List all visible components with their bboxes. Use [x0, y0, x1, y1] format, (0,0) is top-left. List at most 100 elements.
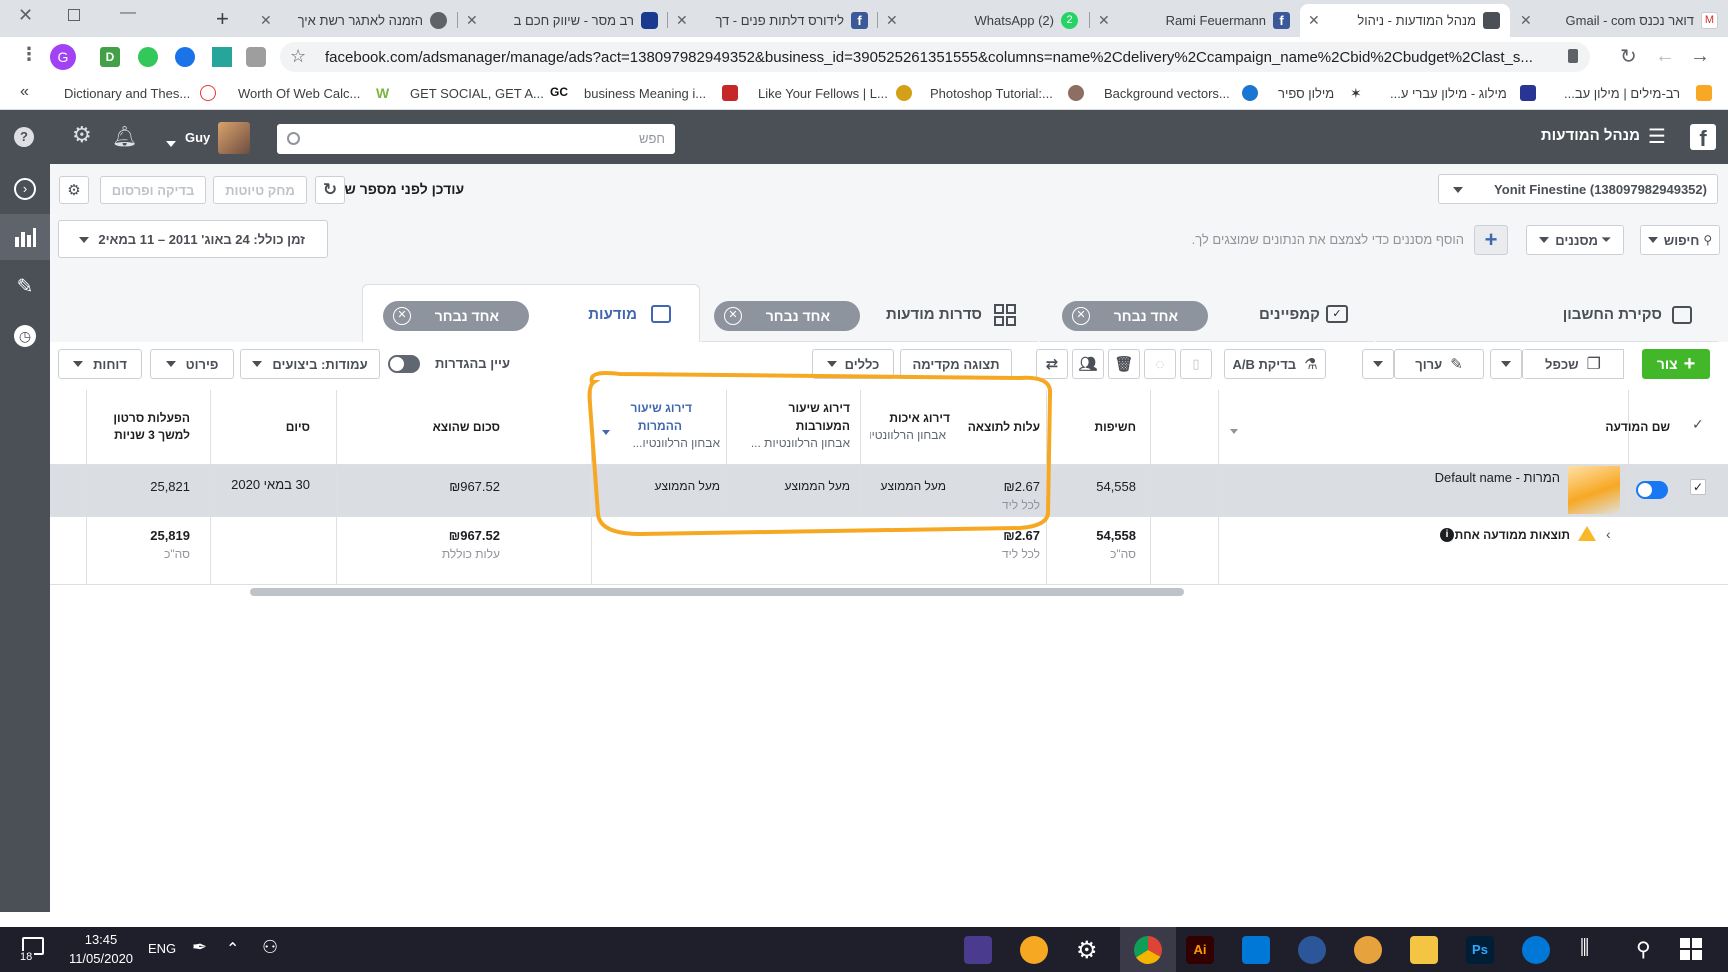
col-header-amount-spent[interactable]: סכום שהוצא [340, 419, 500, 436]
help-icon[interactable]: ? [14, 127, 34, 147]
tab-campaigns[interactable]: קמפיינים ✓ אחד נבחר ✕ [1040, 290, 1374, 342]
bookmarks-more-icon[interactable]: « [20, 83, 29, 101]
col-header-video-2[interactable]: למשך 3 שניות [90, 427, 190, 444]
minimize-icon[interactable]: — [120, 4, 136, 22]
bookmark-item[interactable]: Like Your Fellows | L... [758, 86, 888, 101]
ad-sets-selected-pill[interactable]: אחד נבחר ✕ [714, 301, 860, 331]
file-explorer-icon[interactable] [1410, 936, 1438, 964]
close-icon[interactable]: ✕ [886, 12, 898, 29]
ab-test-button[interactable]: ⚗ בדיקת A/B [1224, 349, 1326, 379]
settings-gear-icon[interactable]: ⚙ [1076, 936, 1098, 965]
close-icon[interactable]: ✕ [676, 12, 688, 29]
maximize-icon[interactable] [68, 9, 80, 21]
hamburger-menu-icon[interactable]: ☰ [1648, 124, 1666, 149]
pen-icon[interactable]: ✒ [192, 937, 207, 958]
info-icon[interactable]: i [1440, 528, 1454, 542]
discard-drafts-button[interactable]: מחק טיוטות [213, 176, 307, 204]
bookmark-item[interactable]: GET SOCIAL, GET A... [410, 86, 544, 101]
user-avatar[interactable] [218, 122, 250, 154]
close-icon[interactable]: ✕ [260, 12, 272, 29]
account-selector[interactable]: (Yonit Finestine (138097982949352 [1438, 174, 1718, 204]
edit-button[interactable]: ✎ ערוך [1394, 349, 1484, 379]
bookmark-item[interactable]: מילון ספיר [1278, 86, 1334, 101]
ads-selected-pill[interactable]: אחד נבחר ✕ [383, 301, 529, 331]
tab-ads[interactable]: מודעות אחד נבחר ✕ [362, 284, 700, 342]
browser-tab-ravmaser[interactable]: רב מסר - שיווק חכם ב ✕ [458, 4, 668, 37]
browser-tab-challenge[interactable]: הזמנה לאתגר רשת איך ✕ [252, 4, 457, 37]
browser-tab-gmail[interactable]: M דואר נכנס Gmail - com ✕ [1512, 4, 1728, 37]
browser-tab-rami[interactable]: f Rami Feuermann ✕ [1090, 4, 1300, 37]
extension-power-icon[interactable] [138, 47, 158, 67]
summary-expand-chevron-icon[interactable]: ‹ [1606, 526, 1611, 542]
tab-account-overview[interactable]: סקירת החשבון [1376, 290, 1718, 342]
bookmark-item[interactable]: Dictionary and Thes... [64, 86, 190, 101]
close-icon[interactable]: ✕ [1308, 12, 1320, 29]
bookmark-item[interactable]: Worth Of Web Calc... [238, 86, 360, 101]
col-header-video-1[interactable]: הפעלות סרטון [90, 410, 190, 427]
window-close-icon[interactable]: ✕ [18, 5, 33, 26]
extension-d-icon[interactable]: D [100, 47, 120, 67]
review-publish-button[interactable]: בדיקה ופרסום [100, 176, 206, 204]
app-title[interactable]: מנהל המודעות [1480, 127, 1640, 144]
row-checkbox[interactable]: ✓ [1690, 479, 1706, 495]
create-button[interactable]: + צור [1642, 349, 1710, 379]
revert-icon[interactable]: ◌ [1144, 349, 1176, 379]
close-icon[interactable]: ✕ [1098, 12, 1110, 29]
media-player-icon[interactable] [1020, 936, 1048, 964]
clock-time[interactable]: 13:45 [70, 932, 132, 947]
date-range-picker[interactable]: זמן כולל: 24 באוג' 2011 – 11 במאי 2 [58, 220, 328, 258]
settings-gear-icon[interactable]: ⚙ [72, 122, 92, 148]
task-view-icon[interactable]: ⫼ [1580, 937, 1589, 960]
history-clock-icon[interactable]: ◷ [0, 312, 50, 358]
paste-icon[interactable]: ▯ [1180, 349, 1212, 379]
col-header-impressions[interactable]: חשיפות [1050, 419, 1136, 436]
reload-icon[interactable]: ↻ [1620, 44, 1637, 69]
clear-selection-icon[interactable]: ✕ [724, 307, 742, 325]
edit-pencil-icon[interactable]: ✎ [0, 264, 50, 310]
view-settings-toggle[interactable] [388, 355, 420, 373]
close-icon[interactable]: ✕ [1520, 12, 1532, 29]
browser-tab-whatsapp[interactable]: 2 (2) WhatsApp ✕ [878, 4, 1088, 37]
breakdown-button[interactable]: פירוט [150, 349, 234, 379]
trash-icon[interactable]: 🗑︎ [1108, 349, 1140, 379]
app-blue-icon[interactable] [1298, 936, 1326, 964]
edit-dropdown[interactable] [1362, 349, 1394, 379]
user-name[interactable]: Guy [185, 130, 210, 145]
tab-ad-sets[interactable]: סדרות מודעות אחד נבחר ✕ [702, 290, 1038, 342]
facebook-logo-icon[interactable]: f [1690, 124, 1716, 151]
bookmark-item[interactable]: רב-מילים | מילון עב... [1564, 86, 1680, 101]
tray-expand-icon[interactable]: ⌃ [226, 939, 239, 959]
mail-icon[interactable] [1242, 936, 1270, 964]
refresh-icon[interactable]: ↻ [315, 176, 345, 204]
visual-studio-icon[interactable] [964, 936, 992, 964]
bookmark-star-icon[interactable]: ☆ [290, 46, 306, 67]
ad-thumbnail[interactable] [1568, 466, 1620, 514]
url-bar[interactable]: ☆ facebook.com/adsmanager/manage/ads?act… [280, 42, 1590, 72]
browser-tab-ads-manager[interactable]: מנהל המודעות - ניהול ✕ [1300, 4, 1510, 37]
campaigns-selected-pill[interactable]: אחד נבחר ✕ [1062, 301, 1208, 331]
clear-selection-icon[interactable]: ✕ [393, 307, 411, 325]
col-header-name[interactable]: שם המודעה [1350, 419, 1670, 436]
col-header-ends[interactable]: סיום [210, 419, 310, 436]
people-icon[interactable] [1354, 936, 1382, 964]
notifications-bell-icon[interactable]: 🔔︎ [112, 124, 137, 149]
warning-triangle-icon[interactable] [1578, 526, 1596, 541]
search-box[interactable]: חפש [277, 124, 675, 154]
edge-icon[interactable] [1522, 936, 1550, 964]
browser-menu-icon[interactable]: ⋮ [20, 44, 38, 65]
reports-button[interactable]: דוחות [58, 349, 142, 379]
select-all-checkbox[interactable]: ✓ [1692, 416, 1704, 433]
settings-cog-icon[interactable]: ⚙ [59, 176, 89, 204]
clock-date[interactable]: 11/05/2020 [62, 951, 140, 966]
close-icon[interactable]: ✕ [466, 12, 478, 29]
duplicate-dropdown[interactable] [1490, 349, 1522, 379]
ad-status-toggle[interactable] [1636, 481, 1668, 499]
search-magnifier-icon[interactable]: ⚲ [1636, 937, 1651, 962]
extension-cube-icon[interactable] [246, 47, 266, 67]
duplicate-button[interactable]: ❐ שכפל [1522, 349, 1624, 379]
new-tab-icon[interactable]: + [216, 6, 229, 32]
add-filter-plus-icon[interactable]: + [1474, 225, 1508, 255]
horizontal-scrollbar[interactable] [250, 588, 1184, 596]
bookmark-item[interactable]: Background vectors... [1104, 86, 1230, 101]
language-indicator[interactable]: ENG [148, 941, 176, 956]
